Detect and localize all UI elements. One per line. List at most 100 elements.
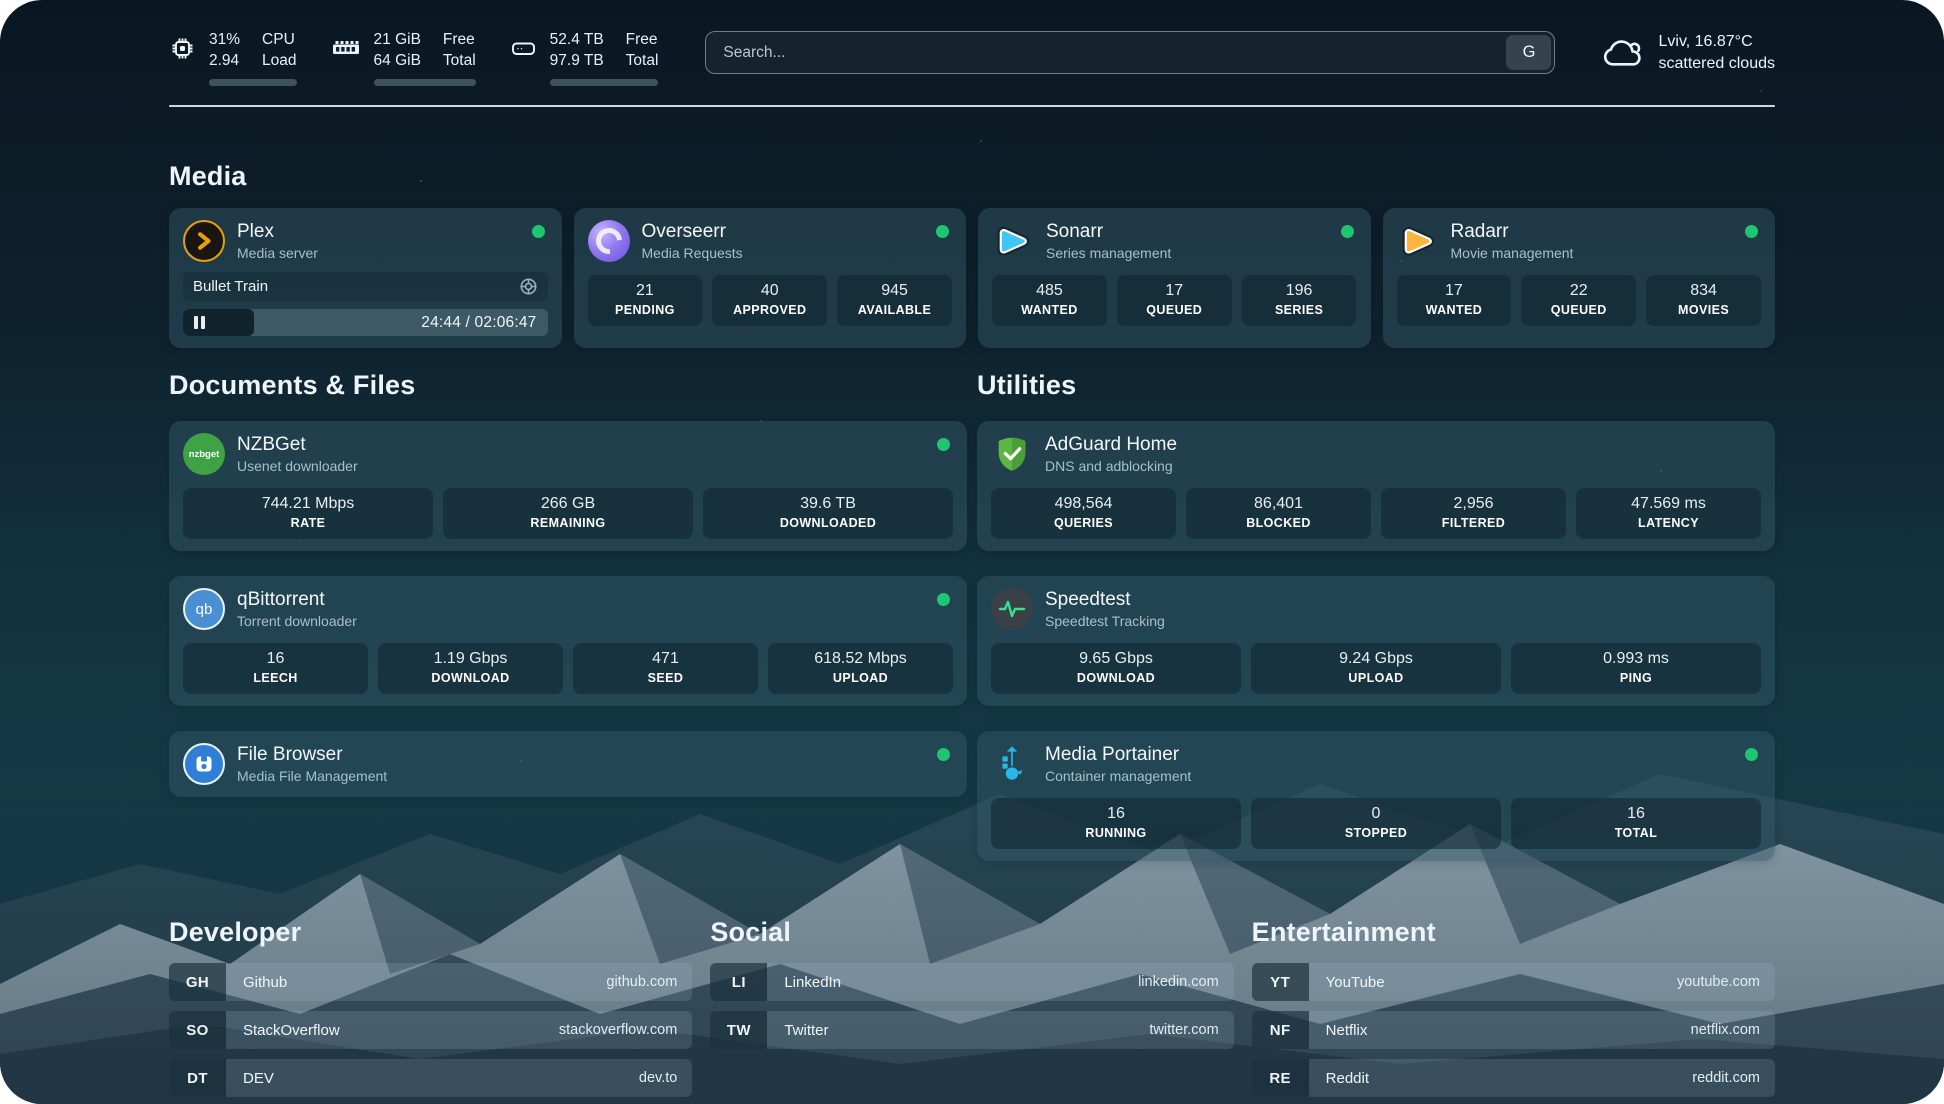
stat-label: REMAINING <box>447 516 689 530</box>
search-engine-button[interactable]: G <box>1506 35 1551 70</box>
radarr-icon <box>1397 220 1439 262</box>
stat-tile: 16RUNNING <box>991 798 1241 849</box>
card-sonarr[interactable]: Sonarr Series management 485WANTED 17QUE… <box>978 208 1371 348</box>
plex-status-dot <box>532 225 545 238</box>
stat-value: 834 <box>1650 282 1757 300</box>
link-name: Twitter <box>767 1011 1149 1049</box>
cpu-label: CPU <box>262 30 296 50</box>
stat-value: 266 GB <box>447 495 689 513</box>
stat-tile: 86,401BLOCKED <box>1186 488 1371 539</box>
link-dev[interactable]: DT DEV dev.to <box>169 1059 692 1097</box>
link-badge: LI <box>710 963 767 1001</box>
stat-label: PING <box>1515 671 1757 685</box>
link-linkedin[interactable]: LI LinkedIn linkedin.com <box>710 963 1233 1001</box>
stat-value: 17 <box>1401 282 1508 300</box>
stat-value: 21 <box>592 282 699 300</box>
link-stackoverflow[interactable]: SO StackOverflow stackoverflow.com <box>169 1011 692 1049</box>
radarr-title: Radarr <box>1451 221 1574 243</box>
link-badge: RE <box>1252 1059 1309 1097</box>
card-nzbget[interactable]: nzbget NZBGet Usenet downloader 744.21 M… <box>169 421 967 551</box>
filebrowser-subtitle: Media File Management <box>237 768 387 784</box>
link-domain: reddit.com <box>1692 1059 1775 1097</box>
plex-time: 24:44 / 02:06:47 <box>421 314 536 332</box>
stat-tile: 744.21 MbpsRATE <box>183 488 433 539</box>
speedtest-title: Speedtest <box>1045 589 1165 611</box>
pause-icon[interactable] <box>194 316 205 329</box>
card-adguard[interactable]: AdGuard Home DNS and adblocking 498,564Q… <box>977 421 1775 551</box>
qbittorrent-subtitle: Torrent downloader <box>237 613 357 629</box>
card-filebrowser[interactable]: File Browser Media File Management <box>169 731 967 797</box>
stat-tile: 266 GB REMAINING <box>443 488 693 539</box>
stat-label: RUNNING <box>995 826 1237 840</box>
stat-tile: 17QUEUED <box>1117 275 1232 326</box>
link-name: Github <box>226 963 606 1001</box>
link-badge: GH <box>169 963 226 1001</box>
stat-value: 16 <box>187 650 364 668</box>
header-bar: 31% CPU 2.94 Load 21 GiB <box>169 30 1775 86</box>
qbittorrent-title: qBittorrent <box>237 589 357 611</box>
stat-tile: 498,564QUERIES <box>991 488 1176 539</box>
link-github[interactable]: GH Github github.com <box>169 963 692 1001</box>
memory-total-value: 64 GiB <box>374 51 421 71</box>
cpu-usage-value: 31% <box>209 30 240 50</box>
stat-label: TOTAL <box>1515 826 1757 840</box>
stat-tile: 22QUEUED <box>1521 275 1636 326</box>
stat-value: 498,564 <box>995 495 1172 513</box>
section-title-documents: Documents & Files <box>169 370 967 401</box>
qbittorrent-icon: qb <box>183 588 225 630</box>
stat-value: 9.65 Gbps <box>995 650 1237 668</box>
overseerr-icon <box>588 220 630 262</box>
card-qbittorrent[interactable]: qb qBittorrent Torrent downloader 16LEEC… <box>169 576 967 706</box>
disk-icon <box>510 35 537 62</box>
filebrowser-title: File Browser <box>237 744 387 766</box>
stat-label: FILTERED <box>1385 516 1562 530</box>
plex-now-playing-title: Bullet Train <box>193 278 268 295</box>
card-portainer[interactable]: Media Portainer Container management 16R… <box>977 731 1775 861</box>
stat-tile: 945AVAILABLE <box>837 275 952 326</box>
search-input[interactable] <box>706 32 1503 73</box>
stat-value: 16 <box>1515 805 1757 823</box>
cpu-load-value: 2.94 <box>209 51 240 71</box>
disk-progress-track <box>550 79 659 86</box>
stat-label: MOVIES <box>1650 303 1757 317</box>
radarr-subtitle: Movie management <box>1451 245 1574 261</box>
stat-label: DOWNLOAD <box>382 671 559 685</box>
stat-tile: 485WANTED <box>992 275 1107 326</box>
stat-value: 22 <box>1525 282 1632 300</box>
link-badge: SO <box>169 1011 226 1049</box>
card-overseerr[interactable]: Overseerr Media Requests 21PENDING 40APP… <box>574 208 967 348</box>
link-reddit[interactable]: RE Reddit reddit.com <box>1252 1059 1775 1097</box>
stat-tile: 40APPROVED <box>712 275 827 326</box>
stat-label: SEED <box>577 671 754 685</box>
plex-progress-bar[interactable]: 24:44 / 02:06:47 <box>183 309 548 336</box>
card-radarr[interactable]: Radarr Movie management 17 WANTED 22QUEUE… <box>1383 208 1776 348</box>
portainer-subtitle: Container management <box>1045 768 1191 784</box>
sonarr-status-dot <box>1341 225 1354 238</box>
plex-subtitle: Media server <box>237 245 318 261</box>
section-social: Social LI LinkedIn linkedin.com TW Twitt… <box>710 917 1233 1104</box>
memory-progress-track <box>374 79 476 86</box>
stat-tile: 196SERIES <box>1242 275 1357 326</box>
card-speedtest[interactable]: Speedtest Speedtest Tracking 9.65 GbpsDO… <box>977 576 1775 706</box>
stat-label: APPROVED <box>716 303 823 317</box>
stat-tile: 618.52 MbpsUPLOAD <box>768 643 953 694</box>
section-title-developer: Developer <box>169 917 692 948</box>
stat-tile: 0STOPPED <box>1251 798 1501 849</box>
link-name: YouTube <box>1309 963 1677 1001</box>
dashboard-app: 31% CPU 2.94 Load 21 GiB <box>0 0 1944 1104</box>
card-plex[interactable]: Plex Media server Bullet Train <box>169 208 562 348</box>
weather-location-temp: Lviv, 16.87°C <box>1658 31 1775 53</box>
stat-label: STOPPED <box>1255 826 1497 840</box>
stat-value: 744.21 Mbps <box>187 495 429 513</box>
link-twitter[interactable]: TW Twitter twitter.com <box>710 1011 1233 1049</box>
stat-value: 471 <box>577 650 754 668</box>
stat-label: PENDING <box>592 303 699 317</box>
link-youtube[interactable]: YT YouTube youtube.com <box>1252 963 1775 1001</box>
section-media: Media Plex Media server <box>169 161 1775 348</box>
portainer-icon <box>991 743 1033 785</box>
weather-condition: scattered clouds <box>1658 53 1775 75</box>
media-type-icon <box>519 277 538 296</box>
link-badge: DT <box>169 1059 226 1097</box>
link-netflix[interactable]: NF Netflix netflix.com <box>1252 1011 1775 1049</box>
stat-label: WANTED <box>1401 303 1508 317</box>
